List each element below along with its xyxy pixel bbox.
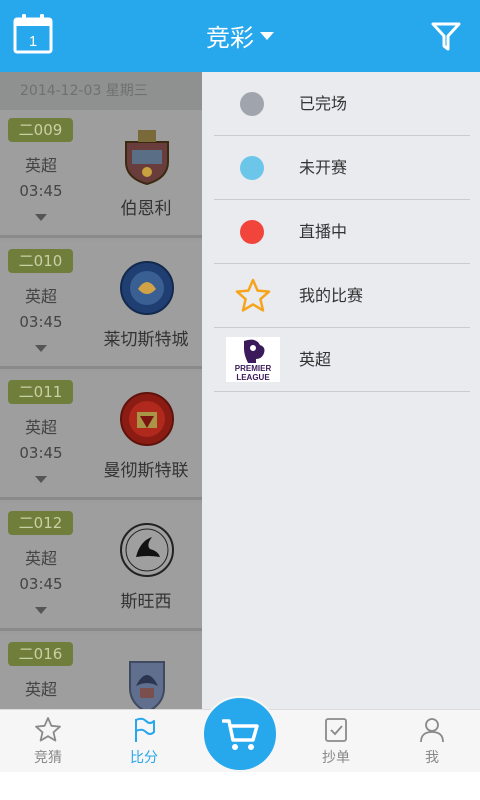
league-label: 英超	[24, 549, 57, 568]
tab-guess[interactable]: 竞猜	[0, 710, 96, 773]
filter-item-live[interactable]: 直播中	[214, 200, 470, 264]
match-code-badge: 二012	[8, 511, 73, 535]
league-label: 英超	[24, 418, 57, 437]
filter-item-label: 直播中	[299, 222, 348, 241]
filter-panel: 已完场 未开赛 直播中 我的比赛 PREMIER LEAGUE 英超	[202, 72, 480, 709]
filter-item-not-started[interactable]: 未开赛	[214, 136, 470, 200]
checklist-icon	[325, 718, 347, 742]
league-label: 英超	[24, 287, 57, 306]
tab-scores[interactable]: 比分	[96, 710, 192, 773]
not-started-dot-icon	[240, 156, 264, 180]
leicester-crest-icon	[118, 259, 176, 317]
filter-item-label: 英超	[299, 350, 332, 369]
cart-button[interactable]	[202, 696, 278, 772]
date-header: 2014-12-03 星期三	[0, 72, 202, 110]
match-time: 03:45	[19, 313, 63, 331]
match-time: 03:45	[19, 182, 63, 200]
man-united-crest-icon	[118, 390, 176, 448]
tab-label: 抄单	[322, 750, 350, 766]
match-code-badge: 二011	[8, 380, 73, 404]
live-dot-icon	[240, 220, 264, 244]
filter-item-premier-league[interactable]: PREMIER LEAGUE 英超	[214, 328, 470, 392]
match-code-badge: 二016	[8, 642, 73, 666]
tab-label: 比分	[130, 750, 158, 766]
chevron-down-icon	[260, 32, 274, 40]
tab-me[interactable]: 我	[384, 710, 480, 773]
filter-item-finished[interactable]: 已完场	[214, 72, 470, 136]
filter-item-label: 已完场	[299, 94, 348, 113]
match-row[interactable]: 二016 英超	[0, 634, 202, 709]
tab-label: 竞猜	[34, 750, 62, 766]
team-name: 伯恩利	[120, 199, 172, 219]
filter-item-label: 未开赛	[299, 158, 348, 177]
match-row[interactable]: 二009 英超 03:45 伯恩利	[0, 110, 202, 238]
match-list: 2014-12-03 星期三 二009 英超 03:45 伯恩利 二010 英超…	[0, 72, 202, 709]
crystal-palace-crest-icon	[118, 656, 176, 709]
finished-dot-icon	[240, 92, 264, 116]
expand-arrow-icon[interactable]	[35, 214, 47, 221]
star-icon	[234, 277, 272, 315]
match-code-badge: 二009	[8, 118, 73, 142]
league-label: 英超	[24, 156, 57, 175]
expand-arrow-icon[interactable]	[35, 607, 47, 614]
page-title-dropdown[interactable]: 竞彩	[0, 18, 480, 58]
burnley-crest-icon	[118, 128, 176, 186]
app-header: 1 竞彩	[0, 0, 480, 72]
team-name: 斯旺西	[120, 592, 172, 612]
filter-item-my-matches[interactable]: 我的比赛	[214, 264, 470, 328]
league-label: 英超	[24, 680, 57, 699]
page-title: 竞彩	[206, 24, 254, 52]
team-name: 莱切斯特城	[103, 330, 189, 350]
match-code-badge: 二010	[8, 249, 73, 273]
flag-icon	[135, 717, 155, 742]
filter-item-label: 我的比赛	[299, 286, 364, 305]
tab-copy-slip[interactable]: 抄单	[288, 710, 384, 773]
match-row[interactable]: 二010 英超 03:45 莱切斯特城	[0, 241, 202, 369]
team-name: 曼彻斯特联	[103, 461, 189, 481]
tab-label: 我	[425, 750, 439, 766]
match-time: 03:45	[19, 444, 63, 462]
expand-arrow-icon[interactable]	[35, 476, 47, 483]
user-icon	[420, 718, 444, 743]
expand-arrow-icon[interactable]	[35, 345, 47, 352]
bottom-strip	[0, 772, 480, 800]
match-row[interactable]: 二012 英超 03:45 斯旺西	[0, 503, 202, 631]
cart-icon	[222, 719, 259, 750]
swansea-crest-icon	[118, 521, 176, 579]
match-row[interactable]: 二011 英超 03:45 曼彻斯特联	[0, 372, 202, 500]
match-time: 03:45	[19, 575, 63, 593]
premier-logo-line1: PREMIER	[235, 364, 272, 373]
premier-logo-line2: LEAGUE	[236, 373, 270, 382]
star-outline-icon	[35, 717, 61, 742]
filter-icon[interactable]	[430, 20, 462, 52]
premier-league-logo: PREMIER LEAGUE	[226, 337, 280, 382]
